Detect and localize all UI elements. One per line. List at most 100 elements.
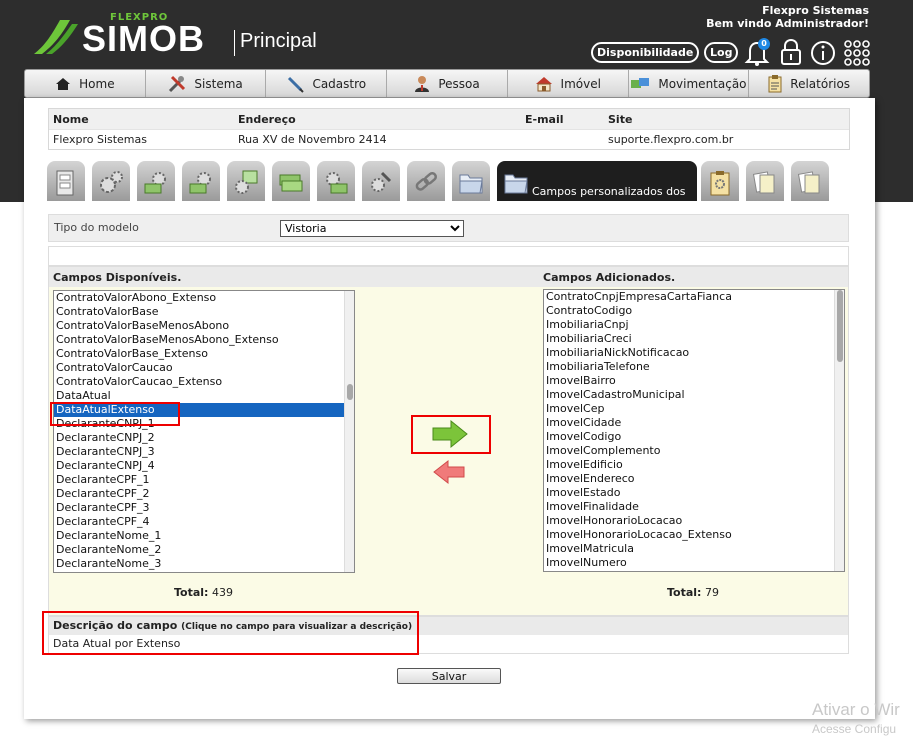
list-item[interactable]: ImovelHonorarioLocacao xyxy=(544,514,844,528)
column-header: Nome xyxy=(53,112,89,126)
tab-chain[interactable] xyxy=(407,161,445,201)
list-item[interactable]: ContratoValorBaseMenosAbono xyxy=(54,319,354,333)
list-item[interactable]: ImovelMatricula xyxy=(544,542,844,556)
spacer-row xyxy=(48,246,849,266)
company-table-header: Nome Endereço E-mail Site xyxy=(49,109,849,129)
scrollbar-thumb[interactable] xyxy=(347,384,353,400)
list-item[interactable]: ImobiliariaCnpj xyxy=(544,318,844,332)
tab-gears[interactable] xyxy=(92,161,130,201)
list-item[interactable]: DeclaranteCPF_2 xyxy=(54,487,354,501)
arrow-left-icon[interactable] xyxy=(432,458,468,486)
model-type-select[interactable]: Vistoria xyxy=(280,220,464,237)
tools-icon xyxy=(169,75,186,92)
module-name: Principal xyxy=(240,30,317,52)
list-item[interactable]: ImovelCidade xyxy=(544,416,844,430)
availability-button[interactable]: Disponibilidade xyxy=(591,42,700,63)
simob-logo: FLEXPRO SIMOB Principal xyxy=(30,10,340,60)
config-tabs: Campos personalizados dos xyxy=(47,161,837,201)
list-item[interactable]: DeclaranteCNPJ_3 xyxy=(54,445,354,459)
added-fields-list[interactable]: ContratoCnpjEmpresaCartaFianca ContratoC… xyxy=(543,289,845,572)
list-item[interactable]: ImovelEndereco xyxy=(544,472,844,486)
save-button[interactable]: Salvar xyxy=(397,668,501,684)
nav-home[interactable]: Home xyxy=(25,70,146,97)
tab-gear-money-1[interactable] xyxy=(137,161,175,201)
added-fields-title: Campos Adicionados. xyxy=(543,271,676,284)
tab-gear-money-2[interactable] xyxy=(182,161,220,201)
list-item[interactable]: ImovelCadastroMunicipal xyxy=(544,388,844,402)
nav-pessoa[interactable]: Pessoa xyxy=(387,70,508,97)
company-name-cell: Flexpro Sistemas xyxy=(53,133,147,146)
log-button[interactable]: Log xyxy=(704,42,739,63)
fields-header: Campos Disponíveis. Campos Adicionados. xyxy=(49,267,848,287)
list-item[interactable]: DeclaranteCPF_3 xyxy=(54,501,354,515)
list-item[interactable]: ImovelCodigo xyxy=(544,430,844,444)
list-item[interactable]: ImovelCep xyxy=(544,402,844,416)
tab-documents-2[interactable] xyxy=(791,161,829,201)
folder-icon xyxy=(459,174,483,194)
available-total-value: 439 xyxy=(211,586,233,599)
tab-clipboard[interactable] xyxy=(701,161,739,201)
list-item[interactable]: ContratoValorCaucao_Extenso xyxy=(54,375,354,389)
tab-gear-tools[interactable] xyxy=(362,161,400,201)
list-item[interactable]: ImovelNumero xyxy=(544,556,844,570)
gear-tools-icon xyxy=(371,171,392,192)
nav-cadastro[interactable]: Cadastro xyxy=(266,70,388,97)
tab-custom-fields[interactable]: Campos personalizados dos xyxy=(497,161,697,201)
list-item[interactable]: ContratoValorAbono_Extenso xyxy=(54,291,354,305)
arrow-right-icon[interactable] xyxy=(411,415,490,453)
apps-grid-icon[interactable] xyxy=(844,40,870,66)
tab-documents-1[interactable] xyxy=(746,161,784,201)
list-item[interactable]: ContratoValorBaseMenosAbono_Extenso xyxy=(54,333,354,347)
highlight-selected-field xyxy=(50,402,180,426)
list-item[interactable]: ContratoValorCaucao xyxy=(54,361,354,375)
list-item[interactable]: ImovelEstado xyxy=(544,486,844,500)
added-total: Total: 79 xyxy=(667,586,719,599)
gear-money-icon xyxy=(144,172,166,194)
house-icon xyxy=(535,76,552,91)
tab-gear-chart[interactable] xyxy=(227,161,265,201)
watermark-line2: Acesse Configu xyxy=(812,722,897,736)
list-item[interactable]: ImobiliariaTelefone xyxy=(544,360,844,374)
added-list-scrollbar[interactable] xyxy=(834,290,844,571)
list-item[interactable]: ImovelHonorarioLocacao_Extenso xyxy=(544,528,844,542)
list-item[interactable]: ImovelBairro xyxy=(544,374,844,388)
list-item[interactable]: DeclaranteNome_2 xyxy=(54,543,354,557)
list-item[interactable]: ContratoValorBase xyxy=(54,305,354,319)
tab-gear-money-3[interactable] xyxy=(317,161,355,201)
info-icon[interactable] xyxy=(810,40,836,66)
available-fields-list[interactable]: ContratoValorAbono_Extenso ContratoValor… xyxy=(53,290,355,573)
notification-badge: 0 xyxy=(758,38,770,50)
active-tab-label: Campos personalizados dos xyxy=(532,185,686,198)
list-item[interactable]: ImobiliariaNickNotificacao xyxy=(544,346,844,360)
list-item[interactable]: DeclaranteCPF_4 xyxy=(54,515,354,529)
person-icon xyxy=(415,75,430,92)
list-item[interactable]: ImobiliariaCreci xyxy=(544,332,844,346)
tab-money[interactable] xyxy=(272,161,310,201)
tab-cabinet[interactable] xyxy=(47,161,85,201)
tab-folder[interactable] xyxy=(452,161,490,201)
list-item[interactable]: ContratoCnpjEmpresaCartaFianca xyxy=(544,290,844,304)
lock-icon[interactable] xyxy=(779,38,803,66)
list-item[interactable]: DeclaranteNome_1 xyxy=(54,529,354,543)
list-item[interactable]: ContratoCodigo xyxy=(544,304,844,318)
nav-movimentacao[interactable]: Movimentação xyxy=(629,70,750,97)
list-item[interactable]: ImovelFinalidade xyxy=(544,500,844,514)
report-icon xyxy=(768,74,782,92)
list-item[interactable]: DeclaranteCNPJ_4 xyxy=(54,459,354,473)
list-item[interactable]: DeclaranteCNPJ_2 xyxy=(54,431,354,445)
nav-label: Movimentação xyxy=(658,76,747,91)
nav-relatorios[interactable]: Relatórios xyxy=(749,70,869,97)
list-item[interactable]: ImovelComplemento xyxy=(544,444,844,458)
list-item[interactable]: DataAtual xyxy=(54,389,354,403)
scrollbar-thumb[interactable] xyxy=(837,290,843,362)
list-item[interactable]: ContratoValorBase_Extenso xyxy=(54,347,354,361)
list-item[interactable]: ImovelEdificio xyxy=(544,458,844,472)
gear-money-icon xyxy=(326,172,348,194)
available-list-scrollbar[interactable] xyxy=(344,291,354,572)
nav-imovel[interactable]: Imóvel xyxy=(508,70,629,97)
folder-icon xyxy=(504,174,528,194)
list-item[interactable]: DeclaranteCPF_1 xyxy=(54,473,354,487)
list-item[interactable]: DeclaranteNome_3 xyxy=(54,557,354,571)
column-header: E-mail xyxy=(525,112,564,126)
nav-sistema[interactable]: Sistema xyxy=(146,70,267,97)
